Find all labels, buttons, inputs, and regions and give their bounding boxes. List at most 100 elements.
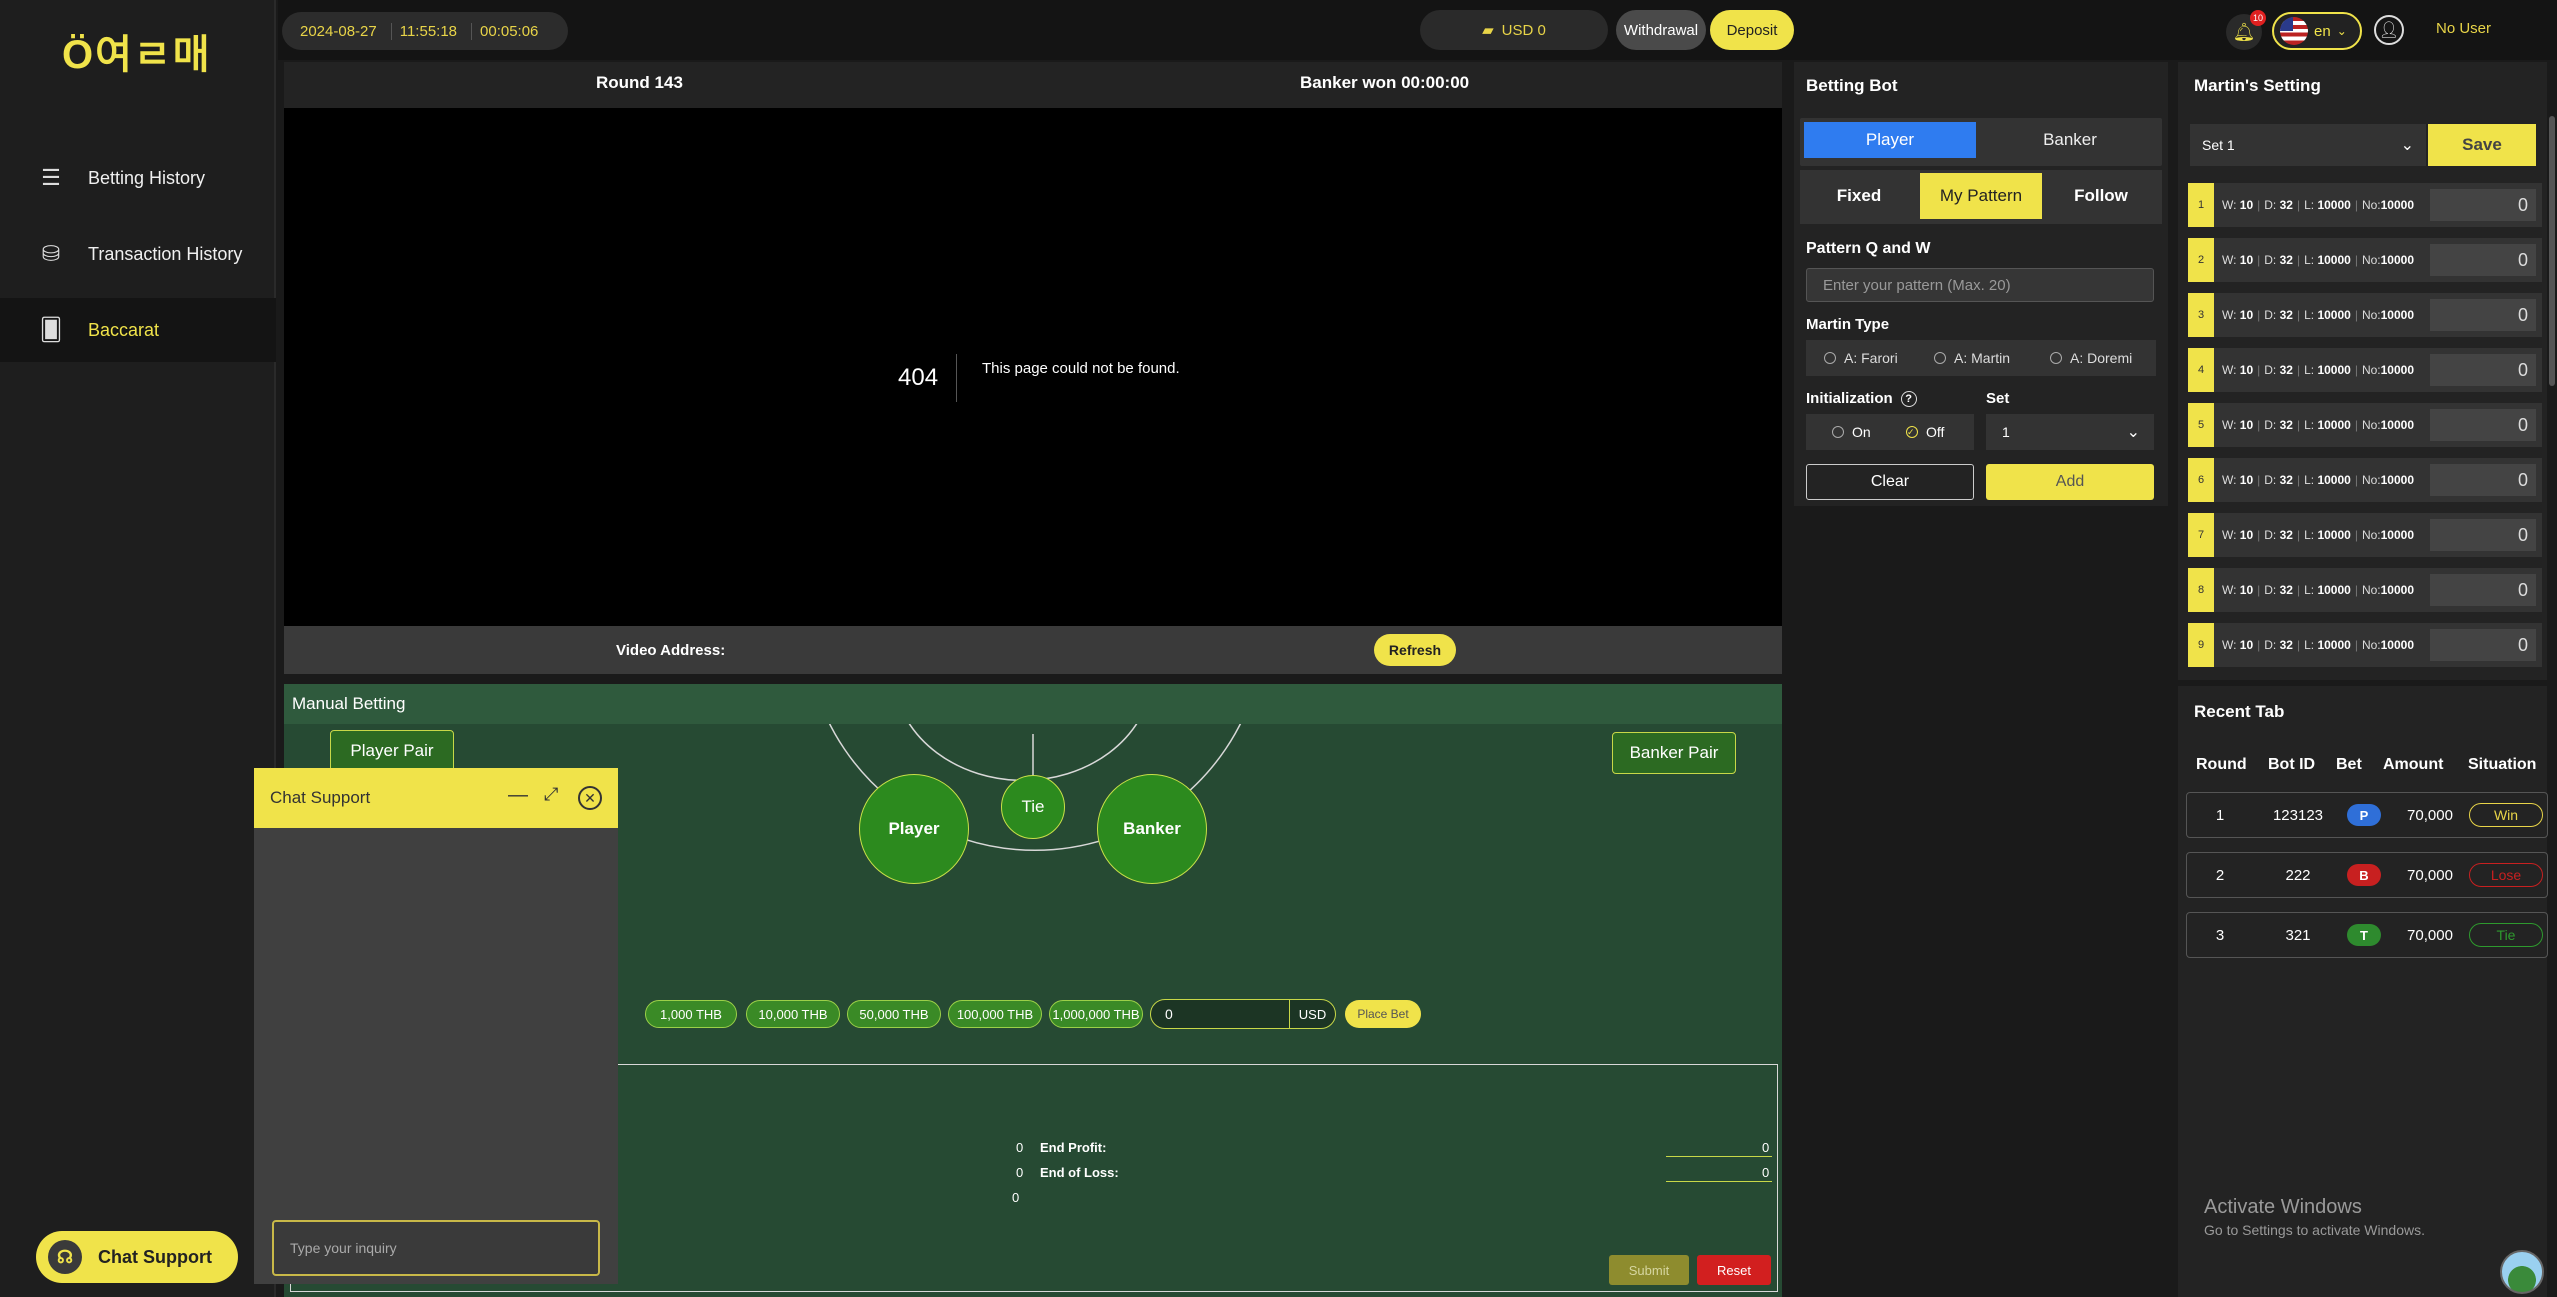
stat-d: 32 bbox=[2279, 253, 2293, 267]
scrollbar[interactable] bbox=[2549, 116, 2555, 386]
martin-type-farori[interactable]: A: Farori bbox=[1824, 350, 1898, 366]
set-select[interactable]: 1 ⌄ bbox=[1986, 414, 2154, 450]
col-header-situation: Situation bbox=[2468, 756, 2537, 773]
activate-windows-title: Activate Windows bbox=[2204, 1196, 2362, 1218]
withdrawal-button[interactable]: Withdrawal bbox=[1616, 10, 1706, 50]
table-row[interactable]: 3 321 T 70,000 Tie bbox=[2186, 912, 2548, 958]
stat-w: 10 bbox=[2239, 473, 2254, 487]
sidebar-item-betting-history[interactable]: ☰ Betting History bbox=[0, 146, 276, 210]
stat-no: 10000 bbox=[2380, 363, 2414, 377]
activate-windows-subtitle: Go to Settings to activate Windows. bbox=[2204, 1222, 2425, 1238]
option-label: A: Doremi bbox=[2070, 350, 2133, 366]
sidebar-item-transaction-history[interactable]: ⛁ Transaction History bbox=[0, 222, 276, 286]
minimize-icon[interactable]: — bbox=[508, 784, 528, 807]
bet-amount-input[interactable]: 0 USD bbox=[1150, 999, 1336, 1029]
sidebar-item-label: Transaction History bbox=[88, 243, 243, 264]
help-icon[interactable]: ? bbox=[1900, 390, 1917, 407]
tab-fixed[interactable]: Fixed bbox=[1804, 173, 1914, 219]
table-row[interactable]: 1 123123 P 70,000 Win bbox=[2186, 792, 2548, 838]
submit-button[interactable]: Submit bbox=[1609, 1255, 1689, 1285]
close-icon[interactable]: ✕ bbox=[578, 786, 602, 810]
set-label: Set bbox=[1986, 390, 2010, 407]
radio-icon bbox=[2050, 352, 2062, 364]
init-on[interactable]: On bbox=[1832, 424, 1871, 440]
refresh-button[interactable]: Refresh bbox=[1374, 634, 1456, 666]
reset-button[interactable]: Reset bbox=[1697, 1255, 1771, 1285]
chip-10000[interactable]: 10,000 THB bbox=[746, 1000, 840, 1028]
tab-my-pattern[interactable]: My Pattern bbox=[1920, 173, 2042, 219]
martin-type-doremi[interactable]: A: Doremi bbox=[2050, 350, 2132, 366]
banker-bet-circle[interactable]: Banker bbox=[1097, 774, 1207, 884]
chip-100000[interactable]: 100,000 THB bbox=[948, 1000, 1042, 1028]
end-loss-value[interactable]: 0 bbox=[1762, 1165, 1769, 1180]
bet-badge: T bbox=[2347, 924, 2381, 946]
martin-row-value-input[interactable]: 0 bbox=[2430, 519, 2536, 551]
martin-row-value-input[interactable]: 0 bbox=[2430, 574, 2536, 606]
user-name[interactable]: No User bbox=[2436, 20, 2491, 37]
language-selector[interactable]: en ⌄ bbox=[2272, 12, 2362, 50]
chat-support-button[interactable]: ☊ Chat Support bbox=[36, 1231, 238, 1283]
stat-d: 32 bbox=[2279, 363, 2293, 377]
stat-no: 10000 bbox=[2380, 638, 2414, 652]
save-button[interactable]: Save bbox=[2428, 124, 2536, 166]
cell-round: 2 bbox=[2215, 866, 2225, 884]
player-pair-button[interactable]: Player Pair bbox=[330, 730, 454, 772]
tab-player[interactable]: Player bbox=[1804, 122, 1976, 158]
cell-round: 3 bbox=[2215, 926, 2225, 944]
stat-l: 10000 bbox=[2317, 308, 2351, 322]
stat-w: 10 bbox=[2239, 418, 2254, 432]
banker-won-label: Banker won 00:00:00 bbox=[1300, 73, 1470, 92]
check-circle-icon: ✓ bbox=[1906, 426, 1918, 438]
init-off[interactable]: ✓ Off bbox=[1906, 424, 1944, 440]
pattern-input[interactable]: Enter your pattern (Max. 20) bbox=[1806, 268, 2154, 302]
martin-row-value-input[interactable]: 0 bbox=[2430, 189, 2536, 221]
end-profit-value[interactable]: 0 bbox=[1762, 1140, 1769, 1155]
martin-set-select[interactable]: Set 1 ⌄ bbox=[2190, 124, 2426, 166]
end-profit-label: End Profit: bbox=[1040, 1140, 1107, 1155]
deposit-button[interactable]: Deposit bbox=[1710, 10, 1794, 50]
martin-row: 6 W: 10 | D: 32 | L: 10000 | No:10000 0 bbox=[2188, 458, 2542, 502]
tab-follow[interactable]: Follow bbox=[2046, 173, 2156, 219]
chevron-down-icon: ⌄ bbox=[2126, 424, 2140, 441]
radio-icon bbox=[1832, 426, 1844, 438]
sidebar-item-baccarat[interactable]: 🂠 Baccarat bbox=[0, 298, 276, 362]
player-bet-circle[interactable]: Player bbox=[859, 774, 969, 884]
martin-row-value-input[interactable]: 0 bbox=[2430, 629, 2536, 661]
chevron-down-icon: ⌄ bbox=[2400, 137, 2414, 154]
status-badge: Win bbox=[2469, 803, 2543, 827]
chip-50000[interactable]: 50,000 THB bbox=[847, 1000, 941, 1028]
clear-button[interactable]: Clear bbox=[1806, 464, 1974, 500]
avatar[interactable] bbox=[2500, 1250, 2544, 1294]
chip-1000[interactable]: 1,000 THB bbox=[645, 1000, 737, 1028]
martin-row-value-input[interactable]: 0 bbox=[2430, 409, 2536, 441]
stat-d: 32 bbox=[2279, 418, 2293, 432]
add-button[interactable]: Add bbox=[1986, 464, 2154, 500]
martin-row-value-input[interactable]: 0 bbox=[2430, 299, 2536, 331]
amount-unit: USD bbox=[1289, 1000, 1335, 1028]
user-icon[interactable]: 👤︎ bbox=[2374, 15, 2404, 45]
martin-row-stats: W: 10 | D: 32 | L: 10000 | No:10000 bbox=[2222, 253, 2414, 267]
martin-row-number: 4 bbox=[2188, 348, 2214, 392]
tie-bet-circle[interactable]: Tie bbox=[1001, 775, 1065, 839]
stat-l: 10000 bbox=[2317, 638, 2351, 652]
chip-1000000[interactable]: 1,000,000 THB bbox=[1049, 1000, 1143, 1028]
martin-row-value-input[interactable]: 0 bbox=[2430, 244, 2536, 276]
top-header bbox=[278, 0, 2557, 60]
martin-row-value-input[interactable]: 0 bbox=[2430, 354, 2536, 386]
tab-banker[interactable]: Banker bbox=[1984, 122, 2156, 158]
table-row[interactable]: 2 222 B 70,000 Lose bbox=[2186, 852, 2548, 898]
place-bet-button[interactable]: Place Bet bbox=[1345, 1000, 1421, 1028]
stat-w: 10 bbox=[2239, 583, 2254, 597]
martin-type-martin[interactable]: A: Martin bbox=[1934, 350, 2010, 366]
chat-input[interactable]: Type your inquiry bbox=[272, 1220, 600, 1276]
expand-icon[interactable]: ⤢ bbox=[544, 784, 558, 805]
stat-l: 10000 bbox=[2317, 363, 2351, 377]
brand-logo[interactable]: Ö여ㄹ매 bbox=[62, 22, 212, 80]
banker-pair-button[interactable]: Banker Pair bbox=[1612, 732, 1736, 774]
martin-row: 8 W: 10 | D: 32 | L: 10000 | No:10000 0 bbox=[2188, 568, 2542, 612]
elapsed-time: 00:05:06 bbox=[480, 22, 539, 40]
martin-row-value-input[interactable]: 0 bbox=[2430, 464, 2536, 496]
cards-icon: 🂠 bbox=[39, 317, 63, 342]
language-value: en bbox=[2314, 22, 2331, 40]
initialization-label: Initialization ? bbox=[1806, 390, 1917, 407]
